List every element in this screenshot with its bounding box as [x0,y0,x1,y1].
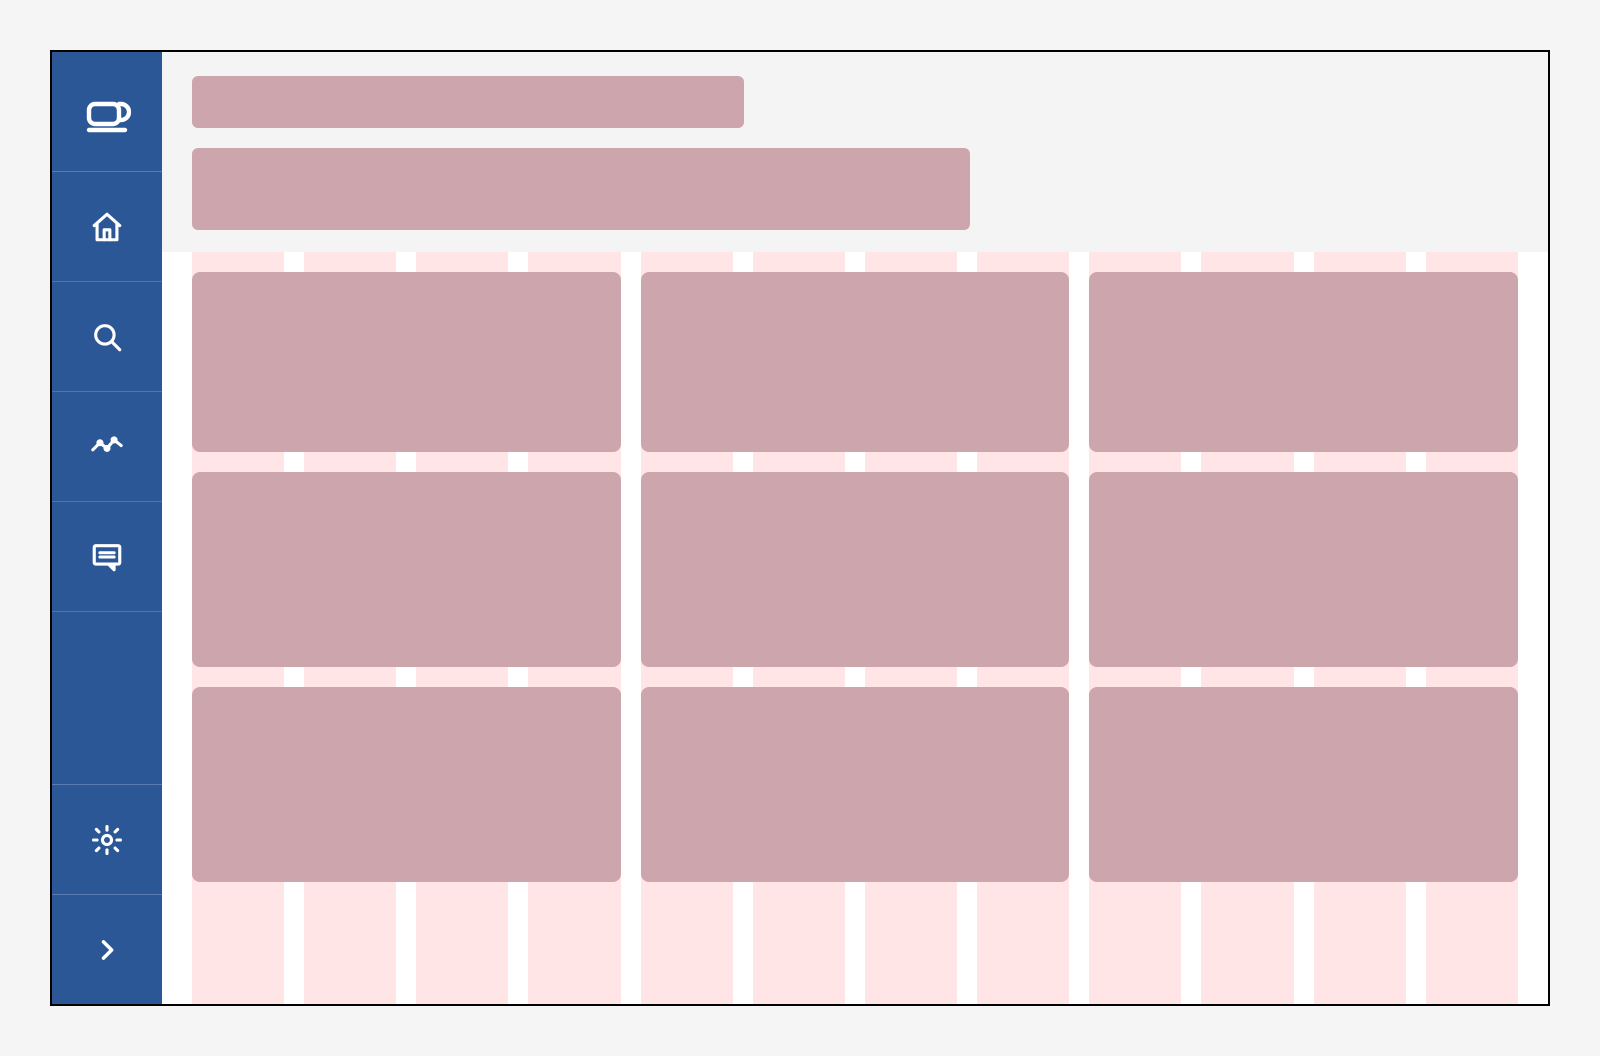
card[interactable] [192,687,621,882]
card[interactable] [641,472,1070,667]
chevron-right-icon [93,936,121,964]
card[interactable] [1089,272,1518,452]
coffee-icon [83,88,131,136]
search-icon [90,320,124,354]
timeline-icon [88,430,126,464]
card[interactable] [192,472,621,667]
home-icon [90,210,124,244]
app-frame [50,50,1550,1006]
nav-activity[interactable] [52,392,162,502]
nav-home[interactable] [52,172,162,282]
sidebar-expand-toggle[interactable] [52,894,162,1004]
card[interactable] [641,687,1070,882]
card-region [162,252,1548,902]
nav-messages[interactable] [52,502,162,612]
page-header [162,52,1548,252]
content-area [162,52,1548,1004]
nav-settings[interactable] [52,784,162,894]
sidebar [52,52,162,1004]
page-subtitle-placeholder [192,148,970,230]
nav-search[interactable] [52,282,162,392]
card-grid [192,272,1518,882]
gear-icon [90,823,124,857]
card[interactable] [641,272,1070,452]
card[interactable] [192,272,621,452]
page-title-placeholder [192,76,744,128]
brand-logo[interactable] [52,52,162,172]
card[interactable] [1089,687,1518,882]
comment-icon [90,540,124,574]
card[interactable] [1089,472,1518,667]
